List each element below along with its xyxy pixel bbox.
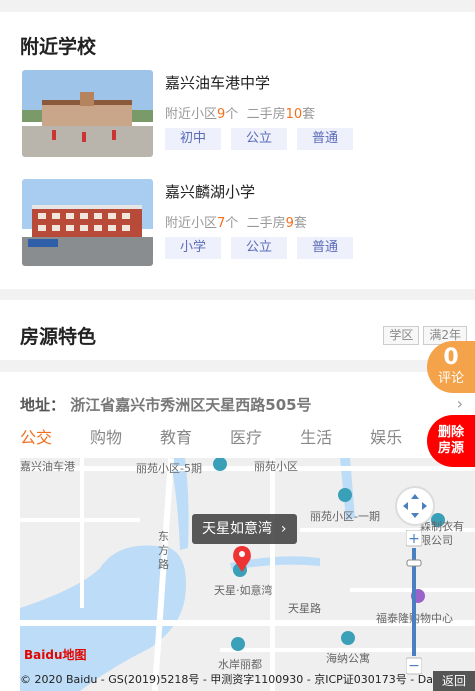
map-label: 丽苑小区-5期 [136, 462, 202, 475]
section-title-features: 房源特色 [20, 326, 97, 348]
school-tag: 普通 [297, 237, 353, 259]
address-section: 地址： 浙江省嘉兴市秀洲区天星西路505号 › 公交 购物 教育 医疗 生活 娱… [0, 372, 475, 691]
comment-button[interactable]: 0 评论 [427, 341, 475, 393]
map-pan-control[interactable] [395, 486, 435, 526]
school-meta: 附近小区7个 二手房9套 [165, 216, 307, 231]
map-copyright: © 2020 Baidu - GS(2019)5218号 - 甲测资字11009… [20, 673, 445, 686]
school-meta: 附近小区9个 二手房10套 [165, 107, 316, 122]
address-label: 地址： [20, 396, 66, 414]
delete-listing-button[interactable]: 删除 房源 [427, 415, 475, 467]
comment-label: 评论 [437, 371, 464, 386]
address-line[interactable]: 地址： 浙江省嘉兴市秀洲区天星西路505号 [20, 394, 312, 415]
tab-shopping[interactable]: 购物 [90, 424, 122, 448]
school-card[interactable]: 嘉兴油车港中学 附近小区9个 二手房10套 初中 公立 普通 [22, 70, 462, 160]
school-name: 嘉兴油车港中学 [165, 74, 271, 92]
school-tags: 小学 公立 普通 [165, 237, 353, 259]
map-label: 森制衣有限公司 [420, 520, 464, 547]
map-zoom-control[interactable]: + − [406, 530, 422, 676]
map-label: 海纳公寓 [326, 652, 370, 665]
map-label: 丽苑小区 [254, 460, 298, 473]
map-label: 嘉兴油车港 [20, 460, 75, 473]
school-photo [22, 70, 153, 157]
tab-entertainment[interactable]: 娱乐 [370, 424, 402, 448]
location-map[interactable]: 嘉兴油车港 丽苑小区-5期 丽苑小区 丽苑小区-一期 东方路 天星·如意湾 天星… [20, 458, 475, 691]
tab-medical[interactable]: 医疗 [230, 424, 262, 448]
school-tag: 普通 [297, 128, 353, 150]
map-label: 水岸丽都 [218, 658, 262, 671]
school-tag: 小学 [165, 237, 221, 259]
address-value: 浙江省嘉兴市秀洲区天星西路505号 [70, 396, 312, 414]
poi-tabs: 公交 购物 教育 医疗 生活 娱乐 [20, 424, 440, 448]
school-photo [22, 179, 153, 266]
map-label: 天星·如意湾 [214, 584, 273, 597]
top-divider [0, 0, 475, 10]
school-tag: 公立 [231, 128, 287, 150]
school-tag: 初中 [165, 128, 221, 150]
tab-education[interactable]: 教育 [160, 424, 192, 448]
tab-life[interactable]: 生活 [300, 424, 332, 448]
delete-label-line1: 删除 [437, 425, 464, 440]
map-callout[interactable]: 天星如意湾 › [192, 514, 297, 544]
tab-bus[interactable]: 公交 [20, 424, 52, 448]
compass-icon [403, 494, 427, 518]
school-tag: 公立 [231, 237, 287, 259]
map-label: 东方路 [158, 530, 169, 571]
baidu-map-logo: Baidu地图 [24, 648, 87, 662]
map-label: 天星路 [288, 602, 321, 615]
listing-features-section: 房源特色 学区 满2年 [0, 300, 475, 360]
section-title-schools: 附近学校 [20, 36, 97, 58]
comment-count: 0 [443, 345, 459, 370]
nearby-schools-section: 附近学校 嘉兴油车港中学 附近小区9个 二手房10套 初中 公立 普通 嘉兴麟湖… [0, 12, 475, 289]
map-label: 丽苑小区-一期 [310, 510, 380, 523]
school-name: 嘉兴麟湖小学 [165, 183, 256, 201]
school-tags: 初中 公立 普通 [165, 128, 353, 150]
chevron-right-icon: › [276, 521, 287, 537]
svg-text:+: + [408, 531, 420, 547]
delete-label-line2: 房源 [437, 441, 464, 456]
chevron-right-icon[interactable]: › [457, 394, 463, 413]
school-card[interactable]: 嘉兴麟湖小学 附近小区7个 二手房9套 小学 公立 普通 [22, 179, 462, 269]
back-button[interactable]: 返回 [433, 671, 475, 691]
feature-tag: 学区 [383, 326, 420, 345]
callout-label: 天星如意湾 [202, 521, 272, 537]
